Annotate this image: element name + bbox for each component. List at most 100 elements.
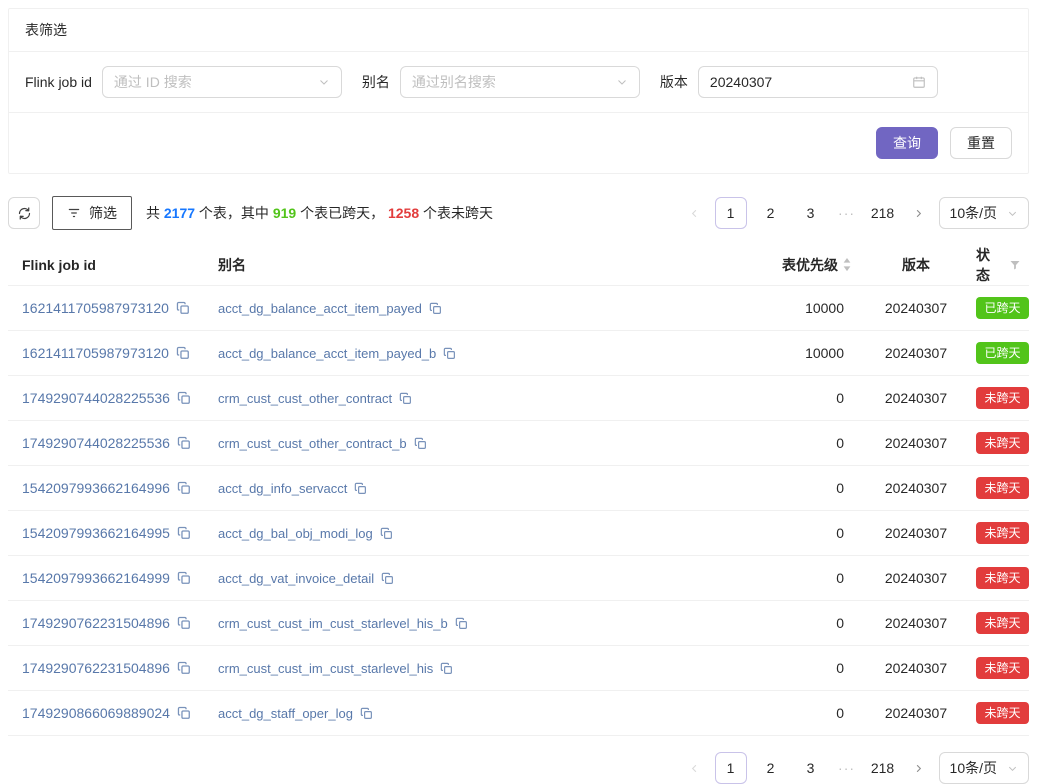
alias-cell: acct_dg_staff_oper_log [204, 706, 608, 721]
status-cell: 未跨天 [976, 387, 1029, 409]
copy-icon[interactable] [381, 572, 394, 585]
flink-job-id-link[interactable]: 1542097993662164999 [22, 570, 170, 586]
alias-link[interactable]: crm_cust_cust_other_contract [218, 391, 392, 406]
filter-card-header: 表筛选 [9, 9, 1028, 52]
alias-select[interactable]: 通过别名搜索 [400, 66, 640, 98]
filter-toggle-button[interactable]: 筛选 [52, 196, 132, 230]
pagination-ellipsis[interactable]: ··· [835, 205, 859, 221]
copy-icon[interactable] [443, 347, 456, 360]
status-badge: 未跨天 [976, 522, 1028, 544]
column-header-version: 版本 [856, 255, 976, 275]
version-value: 20240307 [856, 705, 976, 721]
refresh-button[interactable] [8, 197, 40, 229]
flink-job-id-select[interactable]: 通过 ID 搜索 [102, 66, 342, 98]
pagination-page-2[interactable]: 2 [755, 752, 787, 784]
flink-job-id-link[interactable]: 1749290866069889024 [22, 705, 170, 721]
filter-funnel-icon[interactable] [1009, 259, 1021, 271]
alias-link[interactable]: crm_cust_cust_other_contract_b [218, 436, 407, 451]
chevron-down-icon [1007, 208, 1018, 219]
status-cell: 已跨天 [976, 297, 1029, 319]
copy-icon[interactable] [455, 617, 468, 630]
alias-link[interactable]: acct_dg_vat_invoice_detail [218, 571, 374, 586]
pagination-page-2[interactable]: 2 [755, 197, 787, 229]
sort-icon[interactable] [842, 257, 852, 272]
copy-icon[interactable] [177, 526, 191, 540]
copy-icon[interactable] [354, 482, 367, 495]
column-header-alias: 别名 [204, 255, 608, 275]
flink-job-id-link[interactable]: 1621411705987973120 [22, 345, 169, 361]
copy-icon[interactable] [176, 346, 190, 360]
copy-icon[interactable] [429, 302, 442, 315]
flink-job-id-link[interactable]: 1749290762231504896 [22, 615, 170, 631]
priority-value: 0 [608, 570, 856, 586]
filter-actions: 查询 重置 [9, 113, 1028, 173]
priority-header-label: 表优先级 [782, 255, 838, 275]
alias-link[interactable]: acct_dg_staff_oper_log [218, 706, 353, 721]
summary-text: 共 2177 个表，其中 919 个表已跨天， 1258 个表未跨天 [146, 203, 493, 223]
flink-job-id-link[interactable]: 1749290744028225536 [22, 390, 170, 406]
pagination-ellipsis[interactable]: ··· [835, 760, 859, 776]
copy-icon[interactable] [177, 391, 191, 405]
page-size-select[interactable]: 10条/页 [939, 197, 1029, 229]
copy-icon[interactable] [177, 481, 191, 495]
alias-cell: acct_dg_vat_invoice_detail [204, 571, 608, 586]
pagination-next[interactable] [907, 197, 931, 229]
pagination-page-3[interactable]: 3 [795, 752, 827, 784]
version-field: 版本 20240307 [660, 66, 938, 98]
pagination-page-1[interactable]: 1 [715, 752, 747, 784]
alias-cell: crm_cust_cust_other_contract_b [204, 436, 608, 451]
version-date-picker[interactable]: 20240307 [698, 66, 938, 98]
alias-link[interactable]: acct_dg_info_servacct [218, 481, 347, 496]
page-size-label: 10条/页 [950, 758, 997, 778]
copy-icon[interactable] [360, 707, 373, 720]
flink-job-id-link[interactable]: 1749290744028225536 [22, 435, 170, 451]
alias-link[interactable]: crm_cust_cust_im_cust_starlevel_his_b [218, 616, 448, 631]
alias-link[interactable]: crm_cust_cust_im_cust_starlevel_his [218, 661, 433, 676]
alias-link[interactable]: acct_dg_balance_acct_item_payed [218, 301, 422, 316]
copy-icon[interactable] [440, 662, 453, 675]
copy-icon[interactable] [177, 571, 191, 585]
priority-value: 10000 [608, 300, 856, 316]
pagination-page-1[interactable]: 1 [715, 197, 747, 229]
priority-value: 0 [608, 615, 856, 631]
copy-icon[interactable] [176, 301, 190, 315]
copy-icon[interactable] [177, 616, 191, 630]
column-header-priority[interactable]: 表优先级 [608, 255, 856, 275]
flink-job-id-link[interactable]: 1542097993662164996 [22, 480, 170, 496]
priority-value: 0 [608, 435, 856, 451]
status-cell: 未跨天 [976, 702, 1029, 724]
copy-icon[interactable] [399, 392, 412, 405]
copy-icon[interactable] [414, 437, 427, 450]
table-row: 1542097993662164995 acct_dg_bal_obj_modi… [8, 511, 1029, 556]
version-value: 20240307 [856, 345, 976, 361]
copy-icon[interactable] [177, 661, 191, 675]
page-size-label: 10条/页 [950, 203, 997, 223]
copy-icon[interactable] [380, 527, 393, 540]
query-button[interactable]: 查询 [876, 127, 938, 159]
status-cell: 已跨天 [976, 342, 1029, 364]
alias-cell: crm_cust_cust_other_contract [204, 391, 608, 406]
pagination-prev[interactable] [683, 752, 707, 784]
pagination-page-218[interactable]: 218 [867, 752, 899, 784]
version-value: 20240307 [856, 435, 976, 451]
pagination-page-3[interactable]: 3 [795, 197, 827, 229]
pagination-page-218[interactable]: 218 [867, 197, 899, 229]
reset-button[interactable]: 重置 [950, 127, 1012, 159]
flink-job-id-link[interactable]: 1621411705987973120 [22, 300, 169, 316]
summary-suffix: 个表未跨天 [419, 205, 493, 221]
flink-job-id-link[interactable]: 1542097993662164995 [22, 525, 170, 541]
alias-placeholder: 通过别名搜索 [412, 72, 496, 92]
version-value: 20240307 [856, 660, 976, 676]
status-cell: 未跨天 [976, 522, 1029, 544]
status-badge: 未跨天 [976, 702, 1028, 724]
pagination-next[interactable] [907, 752, 931, 784]
copy-icon[interactable] [177, 436, 191, 450]
filter-toggle-label: 筛选 [89, 203, 117, 223]
alias-link[interactable]: acct_dg_bal_obj_modi_log [218, 526, 373, 541]
alias-link[interactable]: acct_dg_balance_acct_item_payed_b [218, 346, 436, 361]
copy-icon[interactable] [177, 706, 191, 720]
page-size-select[interactable]: 10条/页 [939, 752, 1029, 784]
pagination-prev[interactable] [683, 197, 707, 229]
flink-job-id-link[interactable]: 1749290762231504896 [22, 660, 170, 676]
table-row: 1621411705987973120 acct_dg_balance_acct… [8, 331, 1029, 376]
